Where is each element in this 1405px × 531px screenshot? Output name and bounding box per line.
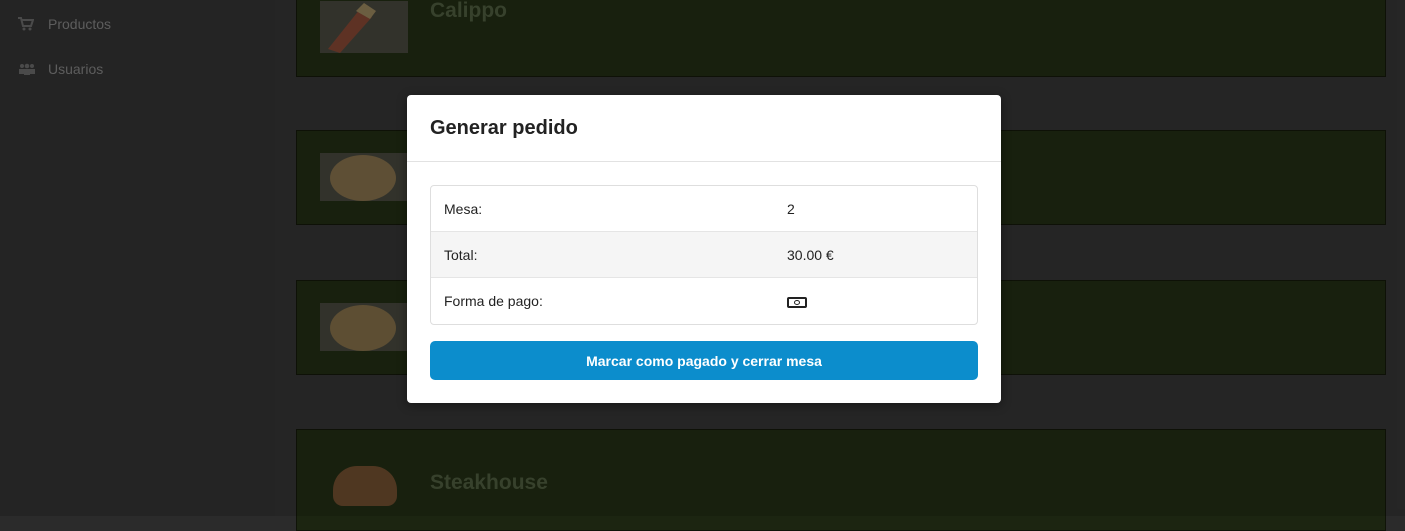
modal-title: Generar pedido	[430, 116, 578, 139]
row-value: 2	[787, 200, 795, 217]
table-row: Total: 30.00 €	[431, 232, 977, 278]
row-label: Total:	[444, 246, 478, 263]
mark-paid-close-table-button[interactable]: Marcar como pagado y cerrar mesa	[430, 341, 978, 380]
row-value	[787, 293, 977, 309]
generate-order-modal: Generar pedido Mesa: 2 Total: 30.00 € Fo…	[407, 95, 1001, 403]
row-label: Mesa:	[444, 200, 483, 217]
row-label: Forma de pago:	[444, 293, 543, 309]
order-details-table: Mesa: 2 Total: 30.00 € Forma de pago:	[430, 185, 978, 325]
cash-icon	[787, 296, 807, 308]
modal-header: Generar pedido	[407, 95, 1001, 162]
table-row: Mesa: 2	[431, 186, 977, 232]
row-value: 30.00 €	[787, 246, 834, 263]
table-row: Forma de pago:	[431, 278, 977, 324]
